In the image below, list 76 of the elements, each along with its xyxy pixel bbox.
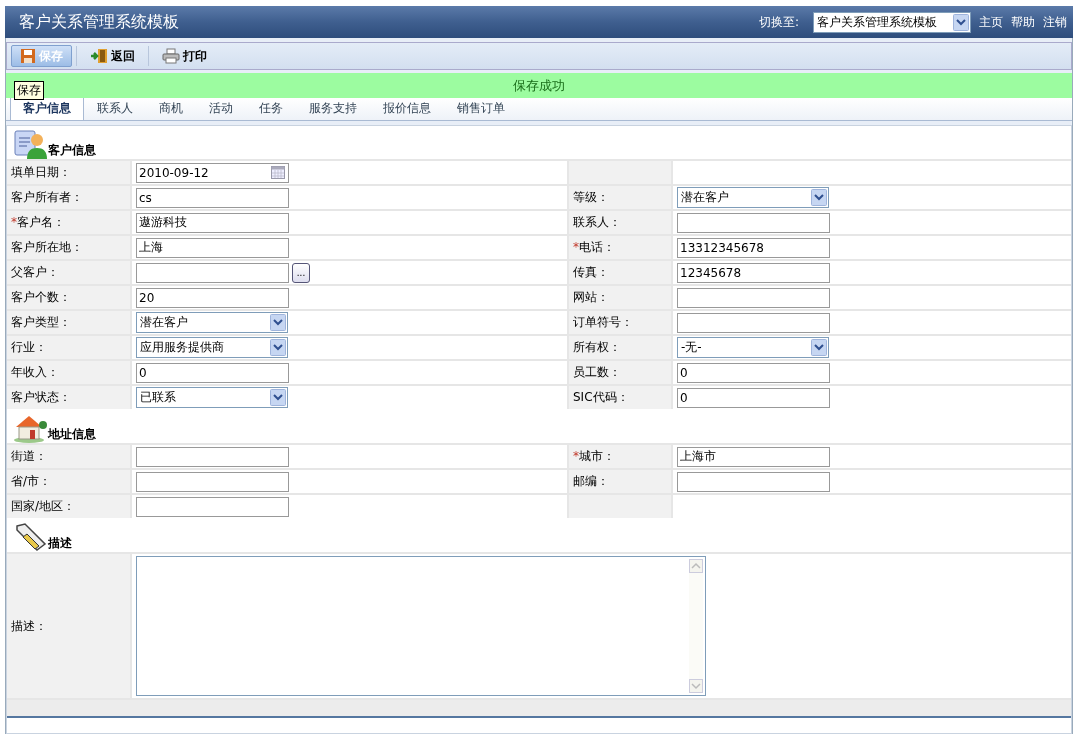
section-title: 客户信息 <box>48 142 96 159</box>
field-label: *客户名： <box>11 214 65 231</box>
door-arrow-icon <box>90 48 108 64</box>
dropdown[interactable]: 潜在客户 <box>136 312 288 333</box>
text-field[interactable] <box>677 471 830 492</box>
text-field[interactable] <box>136 262 289 283</box>
text-field[interactable]: 13312345678 <box>677 237 830 258</box>
dropdown[interactable]: 潜在客户 <box>677 187 829 208</box>
text-field[interactable] <box>136 496 289 517</box>
field-label: 传真： <box>573 264 609 281</box>
field-label: 客户状态： <box>11 389 71 406</box>
field-label: 邮编： <box>573 473 609 490</box>
dropdown[interactable]: 已联系 <box>136 387 288 408</box>
dropdown[interactable]: -无- <box>677 337 829 358</box>
text-field[interactable] <box>136 471 289 492</box>
header-link[interactable]: 帮助 <box>1011 13 1035 31</box>
scroll-down-icon[interactable] <box>689 679 703 693</box>
field-label: 客户所有者： <box>11 189 83 206</box>
text-field[interactable]: 遨游科技 <box>136 212 289 233</box>
text-field[interactable]: 0 <box>136 362 289 383</box>
field-label: 国家/地区： <box>11 498 76 515</box>
field-label: *电话： <box>573 239 615 256</box>
field-label: 员工数： <box>573 364 621 381</box>
text-field[interactable]: 上海市 <box>677 446 830 467</box>
tab[interactable]: 报价信息 <box>370 96 444 120</box>
tab[interactable]: 商机 <box>146 96 196 120</box>
field-label: *城市： <box>573 448 615 465</box>
tab[interactable]: 销售订单 <box>444 96 518 120</box>
field-label: 省/市： <box>11 473 52 490</box>
switch-label: 切换至: <box>758 13 799 31</box>
field-label: 订单符号： <box>573 314 633 331</box>
field-label: 行业： <box>11 339 47 356</box>
dropdown[interactable]: 应用服务提供商 <box>136 337 288 358</box>
toolbar-button[interactable]: 返回 <box>81 45 144 67</box>
field-label: SIC代码： <box>573 389 629 406</box>
field-label: 网站： <box>573 289 609 306</box>
text-field[interactable]: 12345678 <box>677 262 830 283</box>
text-field[interactable]: 20 <box>136 287 289 308</box>
text-field[interactable] <box>136 446 289 467</box>
field-label: 客户类型： <box>11 314 71 331</box>
text-field[interactable] <box>677 287 830 308</box>
scroll-up-icon[interactable] <box>689 559 703 573</box>
field-label: 所有权： <box>573 339 621 356</box>
field-label: 联系人： <box>573 214 621 231</box>
status-message: 保存成功 <box>513 76 565 95</box>
text-field[interactable]: 0 <box>677 387 830 408</box>
tab[interactable]: 任务 <box>246 96 296 120</box>
field-label: 街道： <box>11 448 47 465</box>
section-title: 描述 <box>48 535 72 552</box>
header-link[interactable]: 主页 <box>979 13 1003 31</box>
calendar-icon[interactable] <box>271 165 285 179</box>
field-label: 等级： <box>573 189 609 206</box>
app-switch-dropdown[interactable]: 客户关系管理系统模板 <box>813 11 971 33</box>
date-field[interactable]: 2010-09-12 <box>136 162 289 183</box>
text-field[interactable] <box>677 312 830 333</box>
text-field[interactable]: 上海 <box>136 237 289 258</box>
field-label: 年收入： <box>11 364 59 381</box>
text-field[interactable] <box>677 212 830 233</box>
field-label: 客户个数： <box>11 289 71 306</box>
field-label: 填单日期： <box>11 164 71 181</box>
lookup-button[interactable]: ... <box>292 262 310 283</box>
field-label: 描述： <box>11 617 47 635</box>
header-link[interactable]: 注销 <box>1043 13 1067 31</box>
section-title: 地址信息 <box>48 426 96 443</box>
tab[interactable]: 联系人 <box>84 96 146 120</box>
app-title: 客户关系管理系统模板 <box>19 11 179 33</box>
tooltip: 保存 <box>14 81 44 100</box>
text-field[interactable]: cs <box>136 187 289 208</box>
customer-card-icon <box>13 129 47 159</box>
tab[interactable]: 活动 <box>196 96 246 120</box>
tab[interactable]: 服务支持 <box>296 96 370 120</box>
field-label: 父客户： <box>11 264 59 281</box>
printer-icon <box>162 48 180 64</box>
field-label: 客户所在地： <box>11 239 83 256</box>
toolbar-button[interactable]: 打印 <box>153 45 216 67</box>
text-field[interactable]: 0 <box>677 362 830 383</box>
